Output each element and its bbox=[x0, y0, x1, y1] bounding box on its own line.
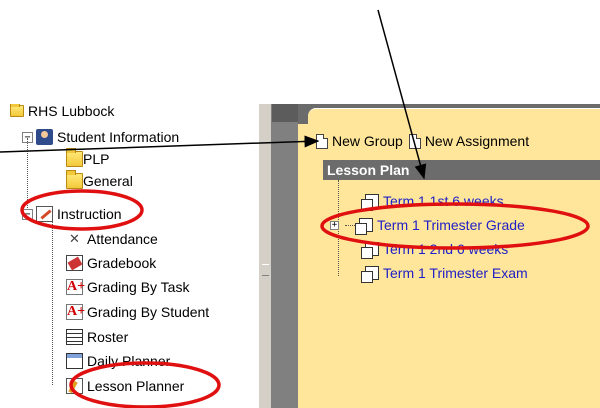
tab-strip bbox=[272, 104, 298, 122]
lesson-planner-panel: New Group New Assignment Lesson Plan Ter… bbox=[298, 104, 600, 408]
lesson-item-label: Term 1 Trimester Exam bbox=[383, 265, 528, 281]
instruction-icon bbox=[36, 206, 53, 222]
roster-icon bbox=[66, 329, 83, 345]
attendance-icon: ✕ bbox=[69, 231, 80, 246]
lesson-item-term1-second-6-weeks[interactable]: Term 1 2nd 6 weeks bbox=[361, 238, 509, 260]
expand-icon[interactable]: + bbox=[330, 220, 339, 230]
lesson-item-term1-trimester-grade[interactable]: + Term 1 Trimester Grade bbox=[330, 214, 525, 236]
folder-icon bbox=[66, 148, 83, 167]
tree-item-label: Grading By Task bbox=[87, 279, 190, 295]
root-icon bbox=[10, 104, 24, 117]
panel-gap bbox=[272, 104, 298, 408]
lesson-group-icon bbox=[361, 242, 379, 259]
tree-item-gradebook[interactable]: Gradebook bbox=[66, 252, 156, 274]
lesson-plan-header: Lesson Plan bbox=[323, 160, 600, 180]
tree-item-grading-by-student[interactable]: A+ Grading By Student bbox=[66, 301, 209, 323]
new-assignment-label: New Assignment bbox=[424, 133, 530, 149]
tree-item-label: Instruction bbox=[57, 206, 122, 222]
collapse-icon[interactable]: − bbox=[22, 208, 33, 220]
tree-item-label: Daily Planner bbox=[87, 353, 171, 369]
tree-item-label: Grading By Student bbox=[87, 304, 210, 320]
tree-item-plp[interactable]: PLP bbox=[66, 148, 109, 170]
student-info-icon bbox=[36, 129, 53, 145]
tree-item-lesson-planner[interactable]: Lesson Planner bbox=[66, 375, 184, 397]
lesson-item-term1-first-6-weeks[interactable]: Term 1 1st 6 weeks bbox=[361, 190, 504, 212]
lesson-planner-icon bbox=[66, 378, 83, 394]
tree-item-general[interactable]: General bbox=[66, 170, 133, 192]
tree-item-roster[interactable]: Roster bbox=[66, 326, 128, 348]
grading-task-icon: A+ bbox=[66, 279, 86, 295]
lesson-item-label: Term 1 1st 6 weeks bbox=[383, 193, 504, 209]
tree-item-label: Student Information bbox=[57, 129, 180, 145]
document-icon bbox=[408, 133, 421, 149]
tree-item-grading-by-task[interactable]: A+ Grading By Task bbox=[66, 276, 189, 298]
new-group-button[interactable]: New Group bbox=[316, 133, 403, 149]
tree-item-label: Roster bbox=[87, 329, 129, 345]
panel-splitter[interactable] bbox=[258, 104, 272, 408]
tree-connector bbox=[27, 138, 28, 208]
folder-icon bbox=[66, 170, 83, 189]
tree-item-label: Attendance bbox=[87, 231, 158, 247]
gradebook-icon bbox=[66, 255, 83, 271]
lesson-item-label: Term 1 Trimester Grade bbox=[377, 217, 525, 233]
lesson-item-label: Term 1 2nd 6 weeks bbox=[383, 241, 509, 257]
new-group-label: New Group bbox=[332, 133, 403, 149]
panel-tab-bar bbox=[298, 104, 600, 124]
splitter-grip[interactable] bbox=[262, 264, 269, 276]
lesson-group-icon bbox=[355, 218, 373, 235]
tree-item-label: Lesson Planner bbox=[87, 378, 185, 394]
tree-item-label: General bbox=[83, 173, 133, 189]
tree-root[interactable]: RHS Lubbock bbox=[10, 104, 114, 122]
tree-item-daily-planner[interactable]: Daily Planner bbox=[66, 350, 170, 372]
tree-item-student-information[interactable]: − Student Information bbox=[22, 126, 179, 148]
daily-planner-icon bbox=[66, 353, 83, 369]
tree-root-label: RHS Lubbock bbox=[28, 104, 115, 119]
lesson-toolbar: New Group New Assignment bbox=[316, 130, 535, 152]
document-icon bbox=[316, 133, 328, 149]
lesson-item-term1-trimester-exam[interactable]: Term 1 Trimester Exam bbox=[361, 262, 528, 284]
tree-connector bbox=[52, 215, 53, 385]
tree-item-instruction[interactable]: − Instruction bbox=[22, 203, 122, 225]
lesson-group-icon bbox=[361, 266, 379, 283]
grading-student-icon: A+ bbox=[66, 304, 86, 320]
lesson-group-icon bbox=[361, 194, 379, 211]
tree-item-attendance[interactable]: ✕ Attendance bbox=[66, 228, 158, 250]
tree-item-label: Gradebook bbox=[87, 255, 157, 271]
tree-item-label: PLP bbox=[83, 151, 110, 167]
navigation-tree: RHS Lubbock − Student Information PLP Ge… bbox=[0, 104, 258, 408]
lesson-plan-tree: Term 1 1st 6 weeks + Term 1 Trimester Gr… bbox=[323, 180, 600, 408]
new-assignment-button[interactable]: New Assignment bbox=[408, 133, 530, 149]
active-tab[interactable] bbox=[308, 108, 600, 124]
